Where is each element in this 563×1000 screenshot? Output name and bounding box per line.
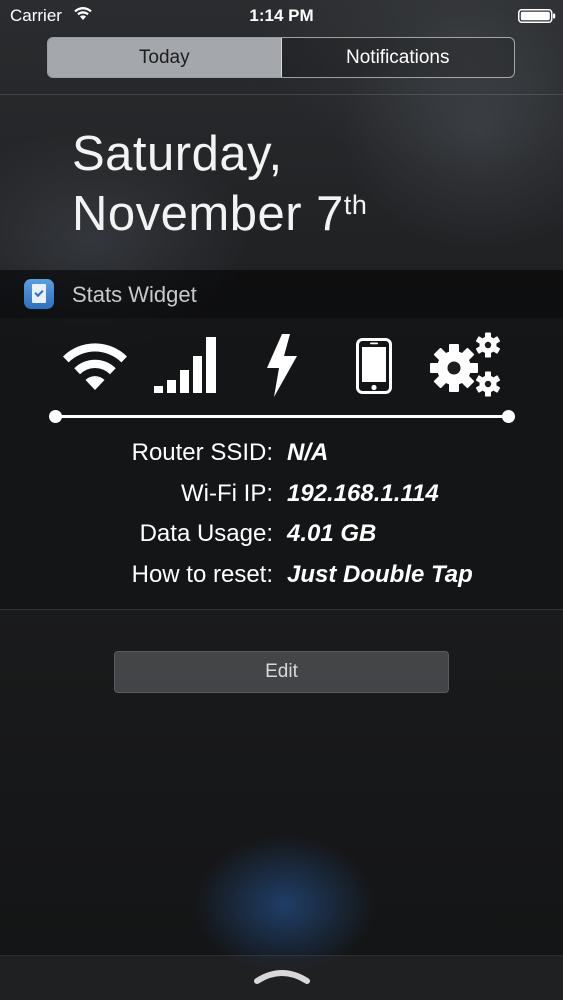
battery-icon xyxy=(518,9,556,23)
stat-label: How to reset: xyxy=(131,561,273,588)
date-month-day: November 7th xyxy=(72,186,367,242)
slider-knob-left[interactable] xyxy=(49,410,62,423)
stat-row-wifi-ip: Wi-Fi IP: 192.168.1.114 xyxy=(0,480,563,514)
stat-row-router-ssid: Router SSID: N/A xyxy=(0,439,563,473)
phone-icon[interactable] xyxy=(356,338,392,394)
stat-value: N/A xyxy=(287,439,329,466)
date-month-day-text: November 7 xyxy=(72,187,344,241)
widget-divider xyxy=(0,609,563,610)
chevron-up-grabber-icon[interactable] xyxy=(254,966,310,984)
stat-row-data-usage: Data Usage: 4.01 GB xyxy=(0,520,563,554)
gears-icon[interactable] xyxy=(430,332,506,398)
stat-label: Data Usage: xyxy=(139,520,273,547)
status-bar: Carrier 1:14 PM xyxy=(0,0,563,32)
stat-label: Router SSID: xyxy=(131,439,273,466)
date-ordinal-suffix: th xyxy=(343,190,368,220)
slider-knob-right[interactable] xyxy=(502,410,515,423)
notification-center-screen: Carrier 1:14 PM Today Notifications Satu… xyxy=(0,0,563,1000)
stat-value: 192.168.1.114 xyxy=(287,480,439,507)
bolt-icon[interactable] xyxy=(262,334,302,398)
stat-value: Just Double Tap xyxy=(287,561,473,588)
stat-value: 4.01 GB xyxy=(287,520,377,547)
stats-widget-app-icon xyxy=(24,279,54,309)
slider-track[interactable] xyxy=(55,415,509,418)
date-weekday: Saturday, xyxy=(72,127,283,181)
widget-title: Stats Widget xyxy=(72,282,197,307)
wifi-icon[interactable] xyxy=(57,337,133,391)
widget-header[interactable]: Stats Widget xyxy=(0,270,563,318)
tab-notifications[interactable]: Notifications xyxy=(281,38,514,77)
stat-label: Wi-Fi IP: xyxy=(181,480,273,507)
status-time: 1:14 PM xyxy=(249,6,314,25)
today-notifications-segmented-control: Today Notifications xyxy=(47,37,515,78)
header-divider xyxy=(0,94,563,95)
stat-row-how-to-reset: How to reset: Just Double Tap xyxy=(0,561,563,595)
cellular-signal-icon[interactable] xyxy=(153,334,223,394)
tab-today[interactable]: Today xyxy=(48,38,282,77)
edit-button[interactable]: Edit xyxy=(114,651,449,693)
